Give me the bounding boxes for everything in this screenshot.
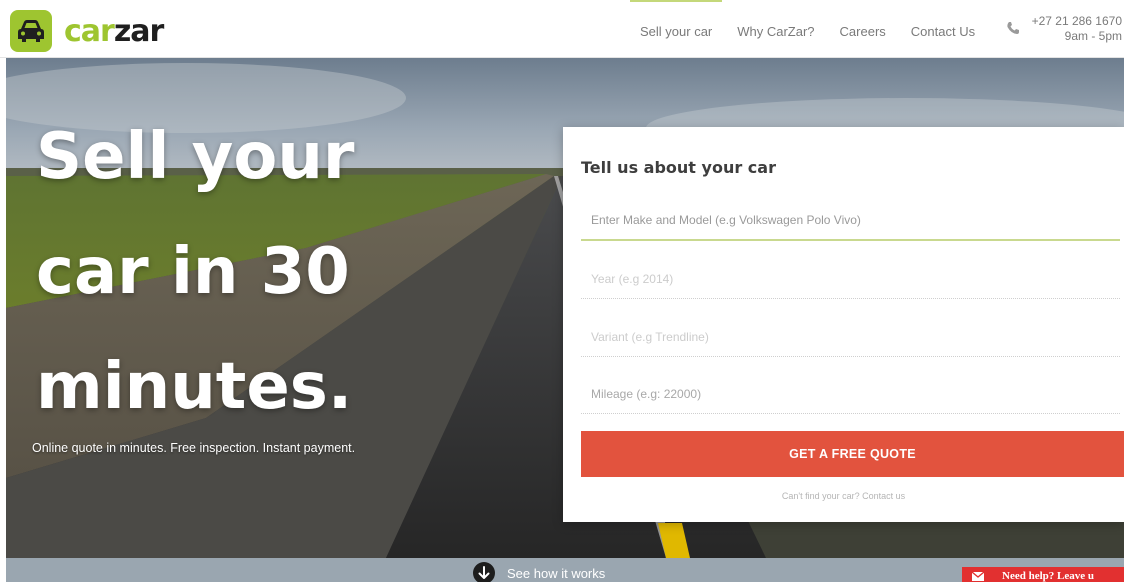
hero-headline-line-1: Sell your (36, 120, 355, 194)
phone-icon (1006, 21, 1020, 40)
see-how-bar: See how it works (6, 558, 1124, 582)
variant-input[interactable] (581, 317, 1120, 357)
see-how-it-works-link[interactable]: See how it works (473, 562, 605, 582)
nav-sell-your-car[interactable]: Sell your car (629, 0, 723, 58)
need-help-chat-tab[interactable]: Need help? Leave u (962, 567, 1124, 582)
hero-headline-line-3: minutes. (36, 350, 353, 424)
year-input[interactable] (581, 259, 1120, 299)
car-icon (10, 10, 52, 52)
carzar-logo[interactable]: carzar (10, 10, 164, 52)
make-model-input[interactable] (581, 201, 1120, 241)
see-how-label: See how it works (507, 565, 606, 581)
need-help-label: Need help? Leave u (1002, 570, 1094, 582)
nav-contact-us[interactable]: Contact Us (911, 0, 975, 58)
nav-careers[interactable]: Careers (840, 0, 886, 58)
main-nav: Sell your car Why CarZar? Careers Contac… (629, 0, 1000, 58)
get-free-quote-button[interactable]: GET A FREE QUOTE (581, 431, 1124, 477)
phone-number: +27 21 286 1670 (1031, 14, 1122, 28)
form-title: Tell us about your car (581, 158, 776, 177)
quote-form-card: Tell us about your car GET A FREE QUOTE … (563, 127, 1124, 522)
hero-headline: Sell your car in 30 minutes. (36, 100, 576, 445)
cant-find-car-link[interactable]: Can't find your car? Contact us (563, 491, 1124, 501)
hero-subtitle: Online quote in minutes. Free inspection… (32, 441, 356, 455)
mail-icon (972, 572, 984, 581)
arrow-down-icon (473, 562, 495, 582)
site-header: carzar Sell your car Why CarZar? Careers… (0, 0, 1124, 58)
hero-headline-line-2: car in 30 (36, 235, 350, 309)
office-hours: 9am - 5pm (1064, 29, 1122, 43)
logo-wordmark: carzar (64, 13, 164, 49)
phone-contact[interactable]: +27 21 286 1670 9am - 5pm (1032, 14, 1122, 44)
mileage-input[interactable] (581, 374, 1120, 414)
nav-why-carzar[interactable]: Why CarZar? (737, 0, 814, 58)
